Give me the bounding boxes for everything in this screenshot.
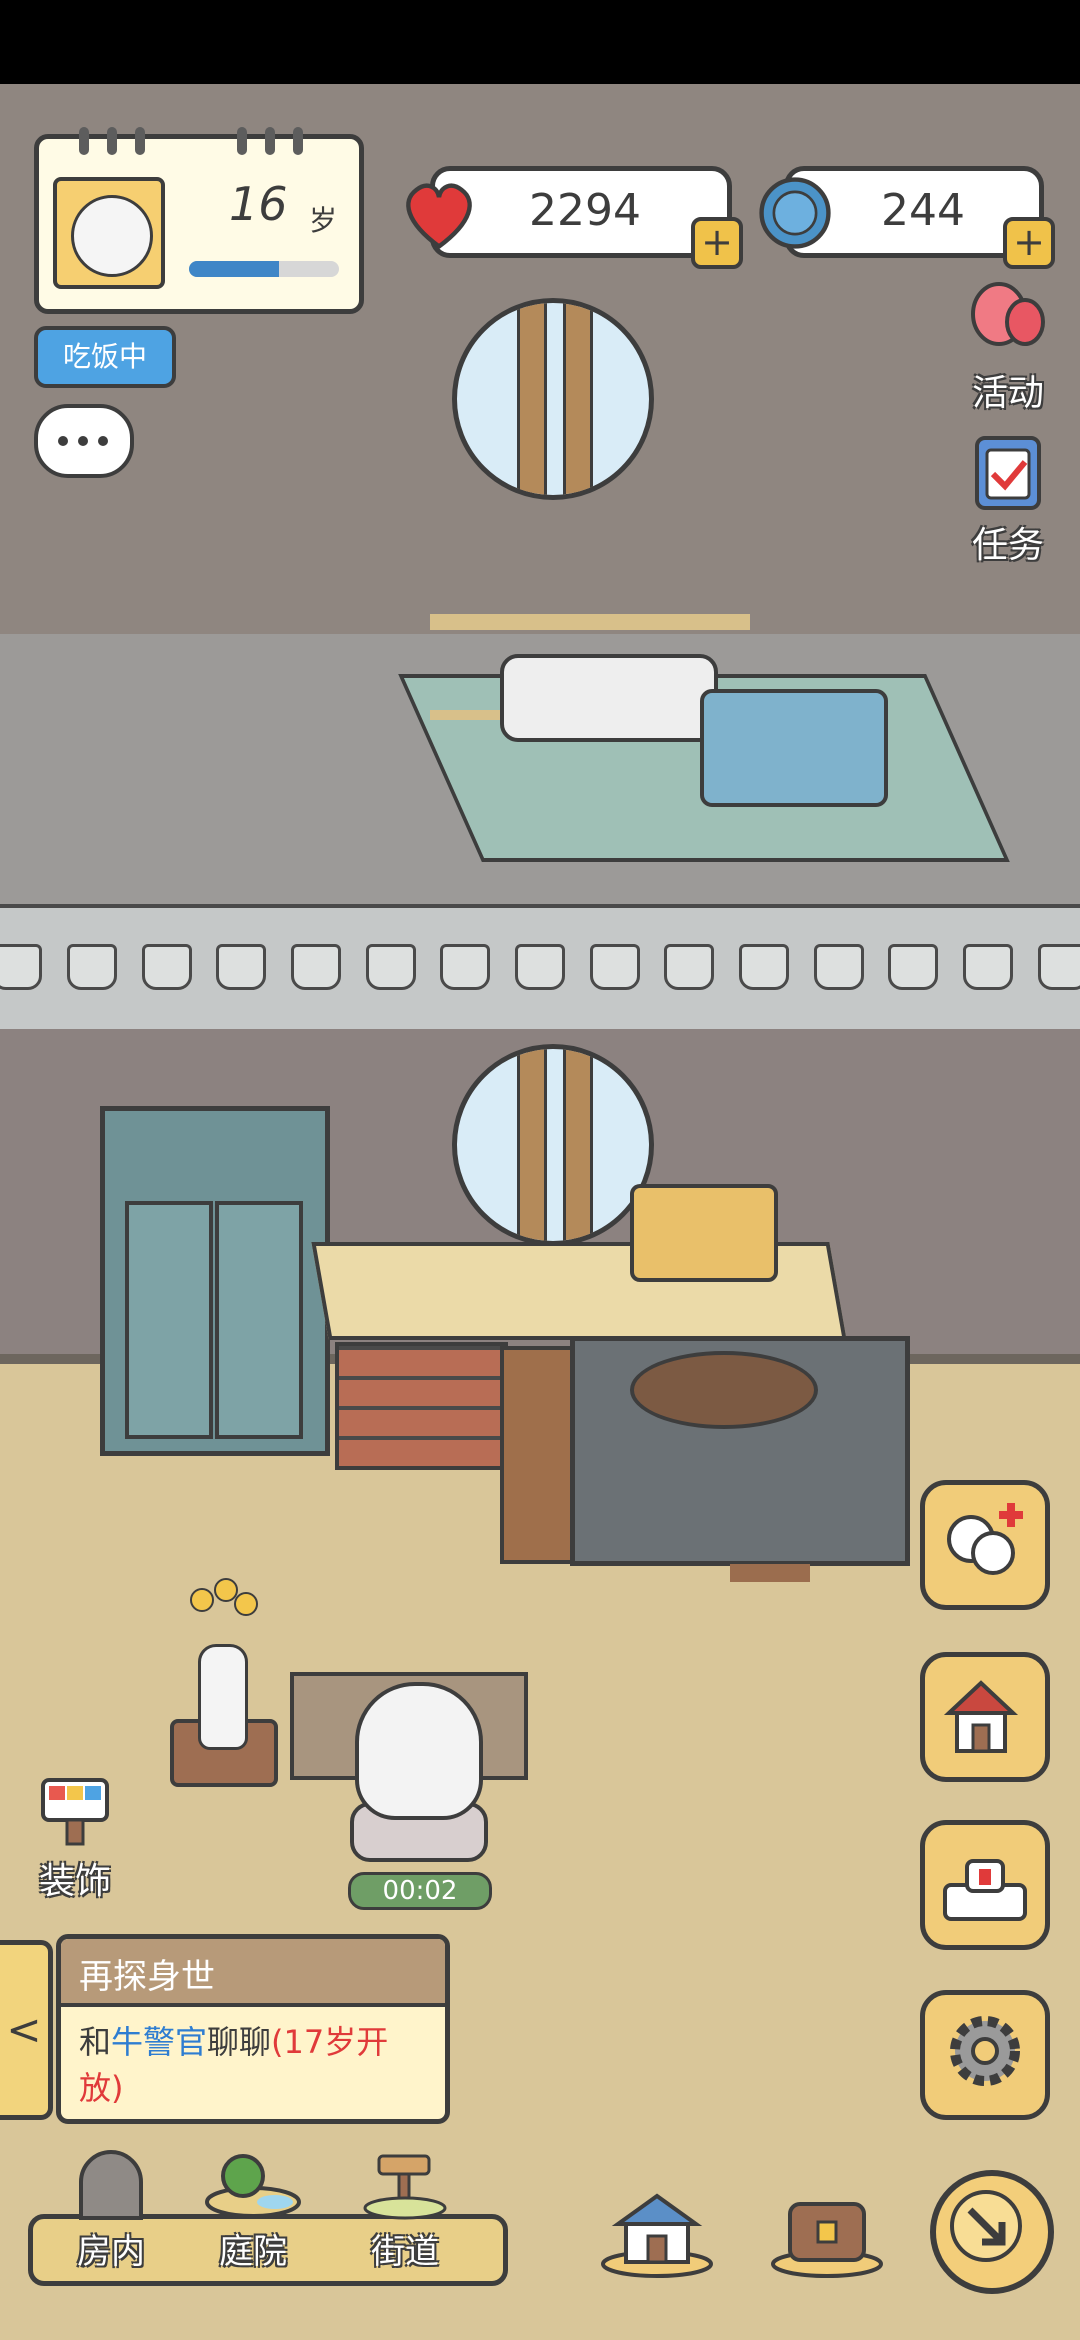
nav-room-label: 房内 <box>77 2232 145 2272</box>
cabinet[interactable] <box>100 1106 330 1456</box>
growth-progress-bar <box>189 261 339 277</box>
upper-window <box>452 298 654 500</box>
nav-yard[interactable]: 庭院 <box>188 2148 318 2273</box>
small-stool <box>730 1564 810 1642</box>
folded-blanket <box>700 689 888 807</box>
flower <box>190 1588 214 1612</box>
heart-icon <box>406 183 472 250</box>
flower <box>234 1592 258 1616</box>
profile-card[interactable]: 16 岁 <box>34 127 364 314</box>
collapse-quest-button[interactable]: < <box>0 1940 53 2120</box>
tasks-label: 任务 <box>971 525 1044 566</box>
settings-button[interactable] <box>920 1990 1050 2120</box>
decorate-label: 装饰 <box>38 1861 111 1902</box>
tasks-button[interactable]: 任务 <box>958 432 1058 568</box>
invite-panda-button[interactable] <box>920 1480 1050 1610</box>
nav-yard-label: 庭院 <box>219 2232 287 2272</box>
treasure-chest-icon[interactable] <box>768 2184 886 2278</box>
activity-label: 活动 <box>971 373 1044 414</box>
nav-room[interactable]: 房内 <box>46 2148 176 2273</box>
paint-palette-icon <box>41 1778 109 1846</box>
add-hearts-button[interactable]: + <box>691 217 743 269</box>
age-unit: 岁 <box>309 204 338 237</box>
add-panda-icon <box>947 1503 1023 1575</box>
quest-text-prefix: 和 <box>79 2023 112 2061</box>
podium-icon <box>943 1859 1027 1921</box>
hearts-counter[interactable]: 2294 + <box>406 166 743 269</box>
activity-button[interactable]: 活动 <box>958 280 1058 416</box>
lower-window <box>452 1044 654 1246</box>
chat-bubble-icon[interactable] <box>34 404 134 478</box>
quest-description: 和牛警官聊聊(17岁开放) <box>79 2019 431 2111</box>
flower-vase[interactable] <box>198 1644 248 1750</box>
pillow <box>500 654 718 742</box>
status-badge: 吃饭中 <box>34 326 176 388</box>
bottlecaps-value: 244 <box>881 185 965 236</box>
house-icon <box>943 1680 1019 1753</box>
door-icon <box>79 2150 143 2220</box>
quest-card[interactable]: 再探身世 和牛警官聊聊(17岁开放) <box>56 1934 450 2124</box>
house-button[interactable] <box>920 1652 1050 1782</box>
folded-towel <box>630 1184 778 1282</box>
age-value: 16 <box>229 177 288 231</box>
nav-street-label: 街道 <box>371 2232 439 2272</box>
stove[interactable] <box>570 1336 910 1566</box>
clipboard-icon <box>975 436 1041 510</box>
brick-base <box>335 1342 508 1470</box>
quest-text-middle: 聊聊 <box>207 2023 272 2061</box>
balloon-icon <box>971 282 1045 346</box>
growth-progress-fill <box>189 261 279 277</box>
bed[interactable] <box>398 594 1010 894</box>
add-bottlecaps-button[interactable]: + <box>1003 217 1055 269</box>
decorate-button[interactable]: 装饰 <box>30 1774 120 1904</box>
bottlecaps-counter[interactable]: 244 + <box>759 166 1055 269</box>
gear-icon <box>950 2016 1020 2086</box>
panda-avatar <box>53 177 165 289</box>
hearts-value: 2294 <box>529 185 641 236</box>
ranking-button[interactable] <box>920 1820 1050 1950</box>
quest-title: 再探身世 <box>79 1957 215 1997</box>
nav-street[interactable]: 街道 <box>340 2148 470 2273</box>
compass-button[interactable] <box>930 2170 1054 2294</box>
home-icon[interactable] <box>598 2184 716 2278</box>
panda-character[interactable] <box>355 1682 483 1820</box>
yard-icon <box>205 2154 301 2218</box>
activity-timer: 00:02 <box>348 1872 492 1910</box>
compass-arrow-icon <box>950 2190 1022 2262</box>
quest-highlight-name: 牛警官 <box>111 2023 208 2061</box>
bottlecap-icon <box>759 177 831 249</box>
floor-beam <box>0 904 1080 1037</box>
signpost-icon <box>363 2154 447 2220</box>
quest-header: 再探身世 <box>61 1939 445 2007</box>
